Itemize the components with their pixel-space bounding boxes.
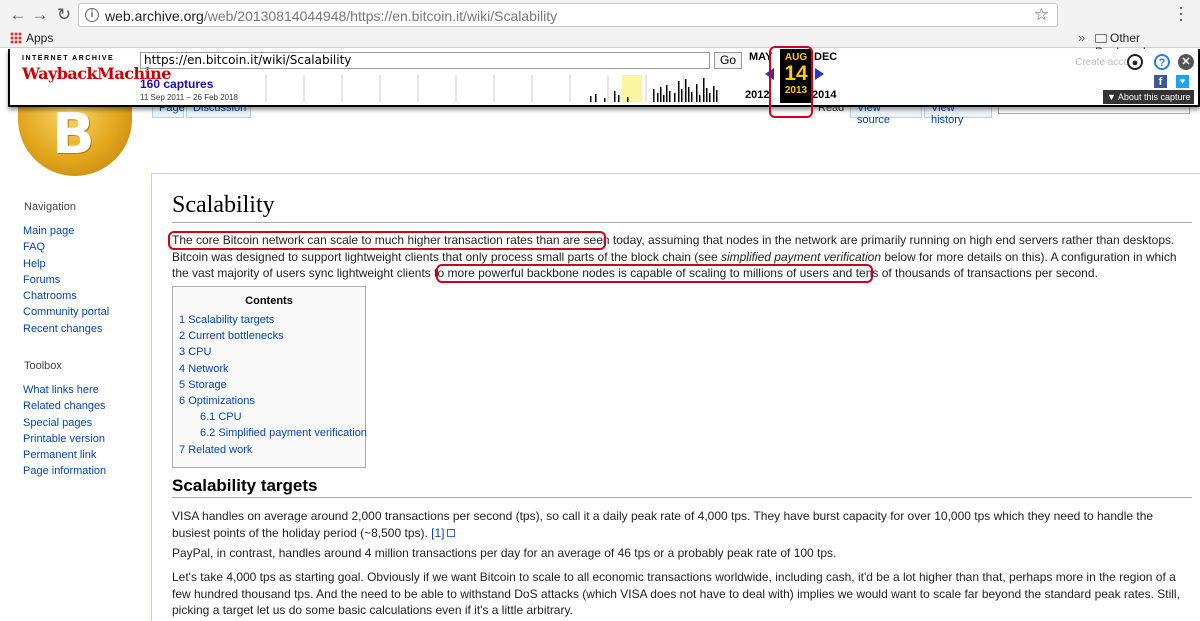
folder-icon — [1095, 34, 1107, 43]
toc-item-optimizations-cpu[interactable]: 6.1 CPU — [200, 411, 242, 423]
date-highlight-box — [769, 46, 813, 118]
sidebar-item-forums[interactable]: Forums — [23, 272, 109, 288]
browser-toolbar: ← → ↻ i web.archive.org/web/201308140449… — [0, 0, 1200, 30]
forward-icon[interactable]: → — [30, 5, 50, 25]
paragraph-visa: VISA handles on average around 2,000 tra… — [172, 509, 1154, 540]
apps-button[interactable]: Apps — [10, 31, 53, 45]
sidebar-item-help[interactable]: Help — [23, 256, 109, 272]
apps-grid-icon — [10, 32, 22, 44]
toolbox-list: What links here Related changes Special … — [23, 382, 106, 480]
section-divider — [172, 497, 1192, 498]
highlight-box-2 — [436, 264, 873, 283]
title-divider — [172, 222, 1192, 223]
sidebar-item-faq[interactable]: FAQ — [23, 239, 109, 255]
section-heading: Scalability targets — [172, 476, 318, 495]
browser-menu-icon[interactable]: · · · — [1176, 0, 1186, 28]
reference-link[interactable]: [1] — [431, 526, 444, 540]
toc-item-scalability-targets[interactable]: 1 Scalability targets — [179, 314, 274, 326]
sidebar-item-recent-changes[interactable]: Recent changes — [23, 321, 109, 337]
prev-year-label[interactable]: 2012 — [745, 89, 769, 101]
capture-date-range: 11 Sep 2011 – 26 Feb 2018 — [140, 93, 239, 102]
toc-item-spv[interactable]: 6.2 Simplified payment verification — [200, 427, 367, 439]
paragraph-paypal: PayPal, in contrast, handles around 4 mi… — [172, 546, 837, 560]
toc-title: Contents — [245, 295, 293, 307]
wayback-url-input[interactable]: https://en.bitcoin.it/wiki/Scalability — [140, 52, 710, 69]
sidebar-item-chatrooms[interactable]: Chatrooms — [23, 288, 109, 304]
sidebar-item-printable-version[interactable]: Printable version — [23, 431, 106, 447]
help-icon[interactable]: ? — [1154, 54, 1170, 70]
sidebar-item-related-changes[interactable]: Related changes — [23, 398, 106, 414]
toc-item-current-bottlenecks[interactable]: 2 Current bottlenecks — [179, 330, 284, 342]
navigation-list: Main page FAQ Help Forums Chatrooms Comm… — [23, 223, 109, 337]
page-title: Scalability — [172, 192, 275, 218]
next-month-label[interactable]: DEC — [814, 51, 837, 63]
table-of-contents: Contents 1 Scalability targets 2 Current… — [172, 286, 367, 468]
navigation-heading: Navigation — [24, 201, 76, 213]
wayback-logo[interactable]: INTERNET ARCHIVE WaybackMachine — [22, 55, 171, 97]
toc-item-related-work[interactable]: 7 Related work — [179, 444, 252, 456]
sidebar-item-permanent-link[interactable]: Permanent link — [23, 447, 106, 463]
back-icon[interactable]: ← — [8, 5, 28, 25]
info-icon[interactable]: i — [85, 8, 99, 22]
toc-item-cpu[interactable]: 3 CPU — [179, 346, 211, 358]
sidebar-item-main-page[interactable]: Main page — [23, 223, 109, 239]
close-icon[interactable]: ✕ — [1178, 54, 1194, 70]
bookmarks-bar: Apps » Other Bookmarks — [0, 30, 1200, 59]
capture-sparkline[interactable] — [260, 75, 720, 102]
sidebar-item-what-links-here[interactable]: What links here — [23, 382, 106, 398]
sidebar-item-page-information[interactable]: Page information — [23, 463, 106, 479]
wayback-go-button[interactable]: Go — [714, 52, 742, 69]
address-bar[interactable]: i web.archive.org/web/20130814044948/htt… — [78, 3, 1058, 27]
toolbox-heading: Toolbox — [24, 360, 62, 372]
bookmark-star-icon[interactable]: ☆ — [1034, 5, 1049, 25]
twitter-icon[interactable]: ♥ — [1176, 75, 1189, 88]
next-year-label[interactable]: 2014 — [812, 89, 836, 101]
user-account-icon[interactable]: ● — [1127, 54, 1143, 70]
next-capture-arrow-icon[interactable] — [815, 68, 824, 80]
about-capture-button[interactable]: ▼ About this capture — [1103, 90, 1195, 104]
paragraph-target: Let's take 4,000 tps as starting goal. O… — [172, 570, 1180, 617]
address-url[interactable]: web.archive.org/web/20130814044948/https… — [105, 8, 557, 24]
sidebar-item-community-portal[interactable]: Community portal — [23, 304, 109, 320]
create-account-link[interactable]: Create acco — [1075, 57, 1129, 68]
highlight-box-1 — [168, 231, 606, 250]
reload-icon[interactable]: ↻ — [54, 5, 74, 25]
toc-item-storage[interactable]: 5 Storage — [179, 379, 227, 391]
sidebar-item-special-pages[interactable]: Special pages — [23, 415, 106, 431]
toc-item-optimizations[interactable]: 6 Optimizations — [179, 395, 255, 407]
toc-item-network[interactable]: 4 Network — [179, 363, 229, 375]
captures-link[interactable]: 160 captures — [140, 77, 213, 91]
wayback-toolbar: INTERNET ARCHIVE WaybackMachine https://… — [8, 49, 1200, 107]
facebook-icon[interactable]: f — [1154, 75, 1167, 88]
bookmarks-overflow-icon[interactable]: » — [1078, 30, 1085, 45]
external-link-icon — [446, 528, 455, 537]
spv-link[interactable]: simplified payment verification — [721, 250, 881, 264]
